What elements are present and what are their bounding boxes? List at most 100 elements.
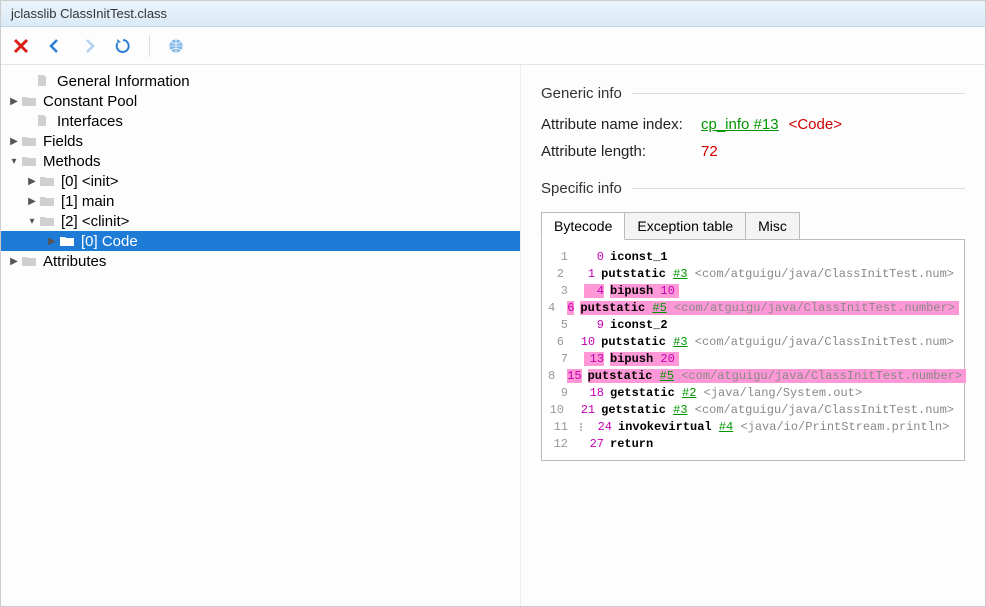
bc-lineno: 10 bbox=[548, 403, 564, 417]
bytecode-line[interactable]: 6 10 putstatic #3 <com/atguigu/java/ClassI… bbox=[548, 333, 958, 350]
tree-general-information[interactable]: General Information bbox=[1, 71, 520, 91]
tree-label: Attributes bbox=[43, 253, 106, 270]
bytecode-line[interactable]: 713bipush 20 bbox=[548, 350, 958, 367]
tree-method-init[interactable]: ▶[0] <init> bbox=[1, 171, 520, 191]
bc-lineno: 7 bbox=[548, 352, 568, 366]
bc-offset: 27 bbox=[584, 437, 604, 451]
bc-opcode: invokevirtual bbox=[618, 420, 712, 434]
bc-ref[interactable]: #2 bbox=[682, 386, 696, 400]
bc-lineno: 1 bbox=[548, 250, 568, 264]
bc-ref[interactable]: #3 bbox=[673, 335, 687, 349]
bc-offset: 9 bbox=[584, 318, 604, 332]
tree-methods[interactable]: ▾ Methods bbox=[1, 151, 520, 171]
chevron-right-icon[interactable]: ▶ bbox=[7, 96, 21, 107]
bc-lineno: 5 bbox=[548, 318, 568, 332]
tabs: Bytecode Exception table Misc bbox=[541, 211, 965, 239]
bytecode-line[interactable]: 46putstatic #5 <com/atguigu/java/ClassIn… bbox=[548, 299, 958, 316]
chevron-down-icon[interactable]: ▾ bbox=[25, 216, 39, 227]
row-attr-name-index: Attribute name index: cp_info #13 <Code> bbox=[541, 116, 965, 133]
chevron-right-icon[interactable]: ▶ bbox=[25, 176, 39, 187]
bc-opcode: bipush bbox=[610, 352, 653, 366]
bc-lineno: 9 bbox=[548, 386, 568, 400]
chevron-right-icon[interactable]: ▶ bbox=[7, 256, 21, 267]
chevron-right-icon[interactable]: ▶ bbox=[25, 196, 39, 207]
bc-offset: 6 bbox=[567, 301, 574, 315]
bytecode-line[interactable]: 918getstatic #2 <java/lang/System.out> bbox=[548, 384, 958, 401]
tree-method-clinit-code[interactable]: ▶ [0] Code bbox=[1, 231, 520, 251]
bytecode-line[interactable]: 11 24 invokevirtual #4 <java/io/PrintStrea… bbox=[548, 418, 958, 435]
tab-exception-table[interactable]: Exception table bbox=[625, 212, 746, 240]
folder-icon bbox=[21, 134, 39, 148]
label-attr-name-index: Attribute name index: bbox=[541, 116, 701, 133]
bytecode-line[interactable]: 815putstatic #5 <com/atguigu/java/ClassI… bbox=[548, 367, 958, 384]
bc-lineno: 12 bbox=[548, 437, 568, 451]
tree-label: Constant Pool bbox=[43, 93, 137, 110]
bytecode-line[interactable]: 59iconst_2 bbox=[548, 316, 958, 333]
bc-opcode: iconst_1 bbox=[610, 250, 668, 264]
tree-method-clinit[interactable]: ▾[2] <clinit> bbox=[1, 211, 520, 231]
link-cpinfo[interactable]: cp_info #13 bbox=[701, 116, 779, 133]
bc-lineno: 11 bbox=[548, 420, 568, 434]
chevron-down-icon[interactable]: ▾ bbox=[7, 156, 21, 167]
bc-opcode: getstatic bbox=[601, 403, 666, 417]
chevron-right-icon[interactable]: ▶ bbox=[7, 136, 21, 147]
bc-offset: 10 bbox=[579, 335, 595, 349]
tree-label: Methods bbox=[43, 153, 101, 170]
bc-lineno: 6 bbox=[548, 335, 564, 349]
bc-opcode: putstatic bbox=[580, 301, 645, 315]
folder-icon bbox=[39, 194, 57, 208]
bc-offset: 21 bbox=[579, 403, 595, 417]
folder-icon bbox=[21, 254, 39, 268]
refresh-icon[interactable] bbox=[113, 36, 133, 56]
detail-panel: Generic info Attribute name index: cp_in… bbox=[521, 65, 985, 606]
bytecode-line[interactable]: 12 27 return bbox=[548, 435, 958, 452]
bc-comment: <com/atguigu/java/ClassInitTest.num> bbox=[695, 335, 954, 349]
bc-offset: 18 bbox=[584, 386, 604, 400]
close-icon[interactable] bbox=[11, 36, 31, 56]
bc-ref[interactable]: #5 bbox=[652, 301, 666, 315]
tab-misc[interactable]: Misc bbox=[746, 212, 800, 240]
bc-comment: <com/atguigu/java/ClassInitTest.number> bbox=[681, 369, 962, 383]
bc-offset: 24 bbox=[592, 420, 612, 434]
bc-comment: <java/io/PrintStream.println> bbox=[740, 420, 949, 434]
section-generic: Generic info bbox=[541, 85, 965, 102]
toolbar-separator bbox=[149, 35, 150, 57]
tree-label: Interfaces bbox=[57, 113, 123, 130]
value-attr-length: 72 bbox=[701, 143, 718, 160]
back-icon[interactable] bbox=[45, 36, 65, 56]
tree-attributes[interactable]: ▶ Attributes bbox=[1, 251, 520, 271]
bc-ref[interactable]: #4 bbox=[719, 420, 733, 434]
chevron-right-icon[interactable]: ▶ bbox=[45, 236, 59, 247]
bc-opcode: putstatic bbox=[601, 335, 666, 349]
tree-interfaces[interactable]: Interfaces bbox=[1, 111, 520, 131]
bytecode-line[interactable]: 10 21 getstatic #3 <com/atguigu/java/Class… bbox=[548, 401, 958, 418]
bc-comment: <com/atguigu/java/ClassInitTest.num> bbox=[695, 403, 954, 417]
tab-bytecode[interactable]: Bytecode bbox=[541, 212, 625, 240]
toolbar bbox=[1, 27, 985, 65]
globe-icon[interactable] bbox=[166, 36, 186, 56]
bc-offset: 0 bbox=[584, 250, 604, 264]
bc-lineno: 8 bbox=[548, 369, 555, 383]
bc-ref[interactable]: #3 bbox=[673, 267, 687, 281]
bc-opcode: return bbox=[610, 437, 653, 451]
tree-method-main[interactable]: ▶ [1] main bbox=[1, 191, 520, 211]
bytecode-line[interactable]: 21putstatic #3 <com/atguigu/java/ClassIn… bbox=[548, 265, 958, 282]
bc-ref[interactable]: #3 bbox=[673, 403, 687, 417]
folder-icon bbox=[39, 214, 57, 228]
bytecode-line[interactable]: 34bipush 10 bbox=[548, 282, 958, 299]
tree-label: [1] main bbox=[61, 193, 114, 210]
bc-lineno: 3 bbox=[548, 284, 568, 298]
forward-icon[interactable] bbox=[79, 36, 99, 56]
body: General Information ▶ Constant Pool Inter… bbox=[1, 65, 985, 606]
section-title: Specific info bbox=[541, 180, 622, 197]
tree-constant-pool[interactable]: ▶ Constant Pool bbox=[1, 91, 520, 111]
bc-lineno: 2 bbox=[548, 267, 564, 281]
window: jclasslib ClassInitTest.class General In… bbox=[0, 0, 986, 607]
row-attr-length: Attribute length: 72 bbox=[541, 143, 965, 160]
tree-fields[interactable]: ▶Fields bbox=[1, 131, 520, 151]
bytecode-box: 10iconst_121putstatic #3 <com/atguigu/ja… bbox=[541, 239, 965, 461]
bytecode-line[interactable]: 1 0 iconst_1 bbox=[548, 248, 958, 265]
bc-offset: 15 bbox=[567, 369, 581, 383]
bc-ref[interactable]: #5 bbox=[660, 369, 674, 383]
tree-label: [0] Code bbox=[81, 233, 138, 250]
